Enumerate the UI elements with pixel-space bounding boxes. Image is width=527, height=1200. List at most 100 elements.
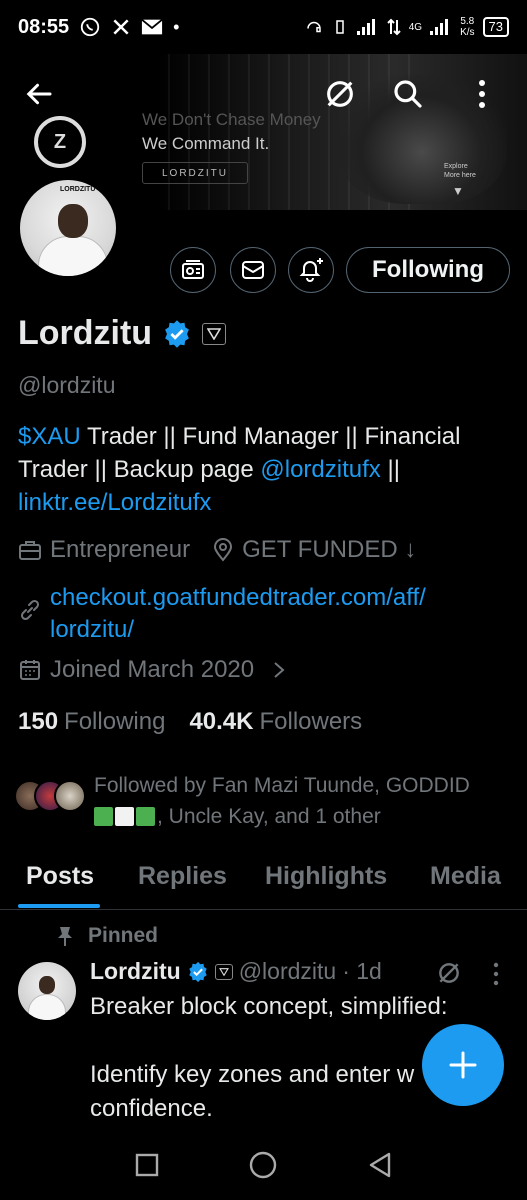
data-arrows-icon [387, 18, 401, 36]
whatsapp-icon [80, 17, 100, 37]
white-square-emoji-icon [115, 807, 134, 826]
avatar-figure-head [58, 204, 88, 238]
briefcase-icon [19, 541, 41, 560]
banner-explore-arrow-icon: ▼ [452, 184, 464, 198]
avatar-tag: LORDZITU [60, 186, 96, 193]
recent-apps-icon[interactable] [134, 1152, 160, 1178]
avatar-figure-body [38, 236, 108, 276]
home-icon[interactable] [248, 1150, 278, 1180]
profile-profession: Entrepreneur [50, 536, 191, 563]
profile-location: GET FUNDED ↓ [242, 536, 417, 563]
profile-handle: @lordzitu [18, 372, 116, 398]
green-square-emoji-icon [94, 807, 113, 826]
banner-slogan-line2: We Command It. [142, 134, 270, 153]
profile-meta-row-2: checkout.goatfundedtrader.com/aff/lordzi… [18, 582, 426, 646]
arrow-left-icon [26, 83, 52, 105]
tab-replies[interactable]: Replies [138, 852, 227, 891]
verified-badge-icon[interactable] [162, 319, 192, 349]
post-avatar-body [28, 994, 66, 1020]
bell-plus-icon [299, 258, 323, 282]
bio-url-link[interactable]: linktr.ee/Lordzitufx [18, 489, 211, 516]
dot-icon: • [173, 16, 180, 37]
following-count: 150 [18, 708, 59, 735]
followed-by-text: Followed by Fan Mazi Tuunde, GODDID , Un… [94, 774, 470, 828]
mail-icon [242, 261, 264, 279]
more-vertical-icon [493, 962, 499, 986]
post-header: Lordzitu @lordzitu · 1d [90, 958, 382, 985]
network-type: 4G [408, 21, 423, 33]
banner-slogan-line1: We Don't Chase Money [142, 110, 321, 129]
signal-icon-2 [430, 19, 449, 35]
grok-icon [439, 963, 459, 983]
post-author-handle[interactable]: @lordzitu [239, 958, 337, 985]
battery-indicator: 73 [482, 17, 509, 37]
link-icon [20, 599, 40, 621]
vibrate-icon [335, 20, 344, 34]
calendar-icon [20, 660, 40, 680]
mail-notification-icon [141, 18, 163, 35]
compose-post-button[interactable] [422, 1024, 504, 1106]
followed-by-avatars [14, 780, 86, 814]
green-square-emoji-icon [136, 807, 155, 826]
profile-avatar[interactable]: LORDZITU [16, 176, 120, 280]
location-pin-icon [214, 538, 233, 562]
bio-cashtag-link[interactable]: $XAU [18, 423, 81, 450]
status-time: 08:55 [18, 15, 70, 38]
more-vertical-icon [479, 80, 485, 108]
tab-media[interactable]: Media [430, 852, 501, 891]
profile-bio: $XAU Trader || Fund Manager || Financial… [18, 420, 513, 519]
post-author-name[interactable]: Lordzitu [90, 958, 181, 985]
net-speed: 5.8 K/s [460, 16, 475, 38]
subscription-icon [182, 260, 204, 279]
x-logo-icon [113, 19, 129, 35]
profile-joined-date: Joined March 2020 [50, 656, 255, 683]
status-notification-icons: • [79, 16, 179, 38]
subscribe-button[interactable] [170, 247, 216, 293]
affiliate-logo-icon [218, 967, 229, 976]
notify-button[interactable] [288, 247, 334, 293]
grok-button[interactable] [322, 76, 358, 112]
profile-meta-row-1: Entrepreneur GET FUNDED ↓ [18, 536, 416, 564]
status-system-icons: 4G 5.8 K/s 73 [305, 16, 509, 38]
tab-posts[interactable]: Posts [26, 852, 94, 891]
active-tab-indicator [18, 904, 100, 908]
follow-counts: 150 Following 40.4K Followers [18, 708, 362, 736]
more-options-button[interactable] [464, 76, 500, 112]
profile-tabs: Posts Replies Highlights Media [0, 852, 527, 910]
post-time: · 1d [342, 958, 382, 984]
bio-text-2: || [380, 456, 400, 483]
following-count-link[interactable]: 150 Following [18, 708, 165, 736]
followers-count-link[interactable]: 40.4K Followers [189, 708, 362, 736]
follower-avatar [54, 780, 86, 812]
pin-icon [58, 927, 72, 946]
tab-highlights[interactable]: Highlights [265, 852, 387, 891]
search-icon [394, 80, 422, 108]
bio-mention-link[interactable]: @lordzitufx [260, 456, 380, 483]
post-grok-button[interactable] [436, 960, 462, 991]
signal-icon [356, 19, 375, 35]
profile-name: Lordzitu [18, 314, 153, 352]
post-more-button[interactable] [492, 962, 500, 991]
profile-website-link[interactable]: checkout.goatfundedtrader.com/aff/lordzi… [50, 582, 426, 646]
status-bar: 08:55 • 4G 5.8 K/s 73 [0, 0, 527, 54]
system-nav-bar [0, 1130, 527, 1200]
affiliate-logo-icon [207, 327, 222, 340]
message-button[interactable] [230, 247, 276, 293]
back-button[interactable] [22, 76, 58, 112]
grok-icon [327, 81, 353, 107]
headset-icon [306, 21, 321, 33]
plus-icon [449, 1051, 477, 1079]
pinned-label: Pinned [88, 924, 159, 947]
followed-by-row[interactable]: Followed by Fan Mazi Tuunde, GODDID , Un… [14, 770, 514, 832]
following-button[interactable]: Following [346, 247, 510, 293]
brand-logo: Z [34, 116, 86, 168]
post-author-avatar[interactable] [18, 962, 76, 1020]
profile-meta-row-3[interactable]: Joined March 2020 [18, 656, 286, 684]
affiliate-badge-icon[interactable] [202, 322, 227, 345]
banner-brand: LORDZITU [142, 162, 248, 184]
pinned-label-row: Pinned [56, 924, 158, 948]
search-button[interactable] [390, 76, 426, 112]
verified-badge-icon [188, 961, 207, 982]
back-nav-icon[interactable] [367, 1151, 393, 1179]
affiliate-badge-icon [214, 963, 233, 980]
